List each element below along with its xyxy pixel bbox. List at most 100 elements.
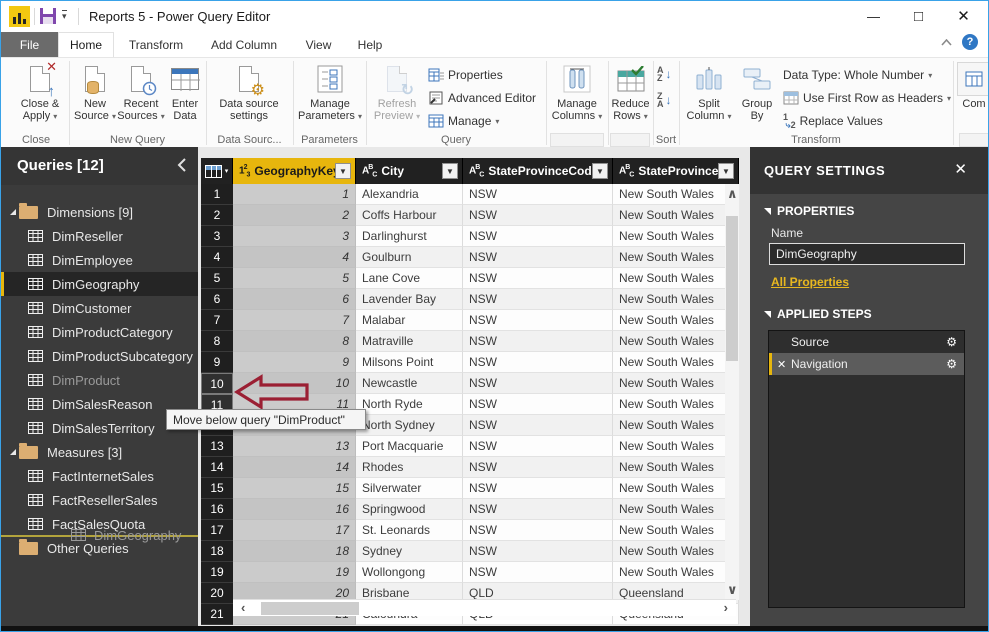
table-cell[interactable]: Matraville xyxy=(356,331,463,352)
data-type-button[interactable]: Data Type: Whole Number ▾ xyxy=(783,65,932,85)
query-item-factinternetsales[interactable]: FactInternetSales xyxy=(1,464,198,488)
properties-button[interactable]: Properties xyxy=(428,65,503,85)
table-cell[interactable]: 4 xyxy=(233,247,356,268)
table-cell[interactable]: NSW xyxy=(463,415,613,436)
manage-parameters-button[interactable]: Manage Parameters ▾ xyxy=(298,62,362,123)
maximize-button[interactable]: □ xyxy=(896,1,941,31)
table-cell[interactable]: Lane Cove xyxy=(356,268,463,289)
table-cell[interactable]: New South Wales xyxy=(613,541,739,562)
query-item-dimgeography[interactable]: DimGeography xyxy=(1,272,198,296)
query-item-measures-3-[interactable]: Measures [3] xyxy=(1,440,198,464)
table-cell[interactable]: NSW xyxy=(463,562,613,583)
step-settings-gear-icon[interactable]: ⚙ xyxy=(946,335,957,349)
table-cell[interactable]: NSW xyxy=(463,247,613,268)
table-cell[interactable]: 15 xyxy=(233,478,356,499)
all-properties-link[interactable]: All Properties xyxy=(771,275,849,289)
reduce-rows-button[interactable]: Reduce Rows ▾ xyxy=(609,62,652,123)
delete-step-icon[interactable]: ✕ xyxy=(777,358,791,371)
table-cell[interactable]: New South Wales xyxy=(613,184,739,205)
query-item-dimproductcategory[interactable]: DimProductCategory xyxy=(1,320,198,344)
enter-data-button[interactable]: Enter Data xyxy=(167,62,203,122)
table-cell[interactable]: NSW xyxy=(463,394,613,415)
column-header-city[interactable]: ABCCity▼ xyxy=(356,158,463,184)
manage-columns-button[interactable]: Manage Columns ▾ xyxy=(549,62,605,123)
expand-arrow-icon[interactable] xyxy=(9,448,19,456)
table-cell[interactable]: 14 xyxy=(233,457,356,478)
row-number[interactable]: 13 xyxy=(201,436,233,457)
table-cell[interactable]: Coffs Harbour xyxy=(356,205,463,226)
table-cell[interactable]: NSW xyxy=(463,520,613,541)
applied-steps-section-header[interactable]: APPLIED STEPS xyxy=(764,307,872,321)
collapse-ribbon-icon[interactable] xyxy=(941,39,952,46)
vertical-scrollbar-thumb[interactable] xyxy=(726,216,738,361)
table-cell[interactable]: New South Wales xyxy=(613,457,739,478)
tab-help[interactable]: Help xyxy=(347,32,393,57)
table-cell[interactable]: New South Wales xyxy=(613,289,739,310)
table-cell[interactable]: 2 xyxy=(233,205,356,226)
query-item-dimensions-9-[interactable]: Dimensions [9] xyxy=(1,200,198,224)
table-cell[interactable]: 13 xyxy=(233,436,356,457)
tab-transform[interactable]: Transform xyxy=(114,32,198,57)
row-number[interactable]: 21 xyxy=(201,604,233,625)
row-number[interactable]: 8 xyxy=(201,331,233,352)
table-cell[interactable]: 16 xyxy=(233,499,356,520)
row-number[interactable]: 14 xyxy=(201,457,233,478)
query-item-dimcustomer[interactable]: DimCustomer xyxy=(1,296,198,320)
expand-arrow-icon[interactable] xyxy=(9,208,19,216)
table-cell[interactable]: New South Wales xyxy=(613,562,739,583)
table-cell[interactable]: Malabar xyxy=(356,310,463,331)
table-cell[interactable]: New South Wales xyxy=(613,310,739,331)
table-cell[interactable]: NSW xyxy=(463,289,613,310)
table-cell[interactable]: NSW xyxy=(463,352,613,373)
row-number[interactable]: 4 xyxy=(201,247,233,268)
row-number[interactable]: 18 xyxy=(201,541,233,562)
query-name-input[interactable] xyxy=(769,243,965,265)
row-number[interactable]: 17 xyxy=(201,520,233,541)
query-item-dimproductsubcategory[interactable]: DimProductSubcategory xyxy=(1,344,198,368)
table-cell[interactable]: NSW xyxy=(463,268,613,289)
column-header-stateprovincena[interactable]: ABCStateProvinceNa▼ xyxy=(613,158,739,184)
quick-access-toolbar-caret-icon[interactable]: ▾ xyxy=(62,10,67,22)
horizontal-scrollbar-thumb[interactable] xyxy=(261,602,359,615)
table-cell[interactable]: Silverwater xyxy=(356,478,463,499)
new-source-button[interactable]: New Source ▾ xyxy=(73,62,117,123)
applied-step-source[interactable]: Source⚙ xyxy=(769,331,964,353)
row-number[interactable]: 5 xyxy=(201,268,233,289)
table-cell[interactable]: 19 xyxy=(233,562,356,583)
table-cell[interactable]: Rhodes xyxy=(356,457,463,478)
table-cell[interactable]: 8 xyxy=(233,331,356,352)
first-row-headers-button[interactable]: Use First Row as Headers ▾ xyxy=(783,88,951,108)
vertical-scrollbar[interactable]: ∧∨ xyxy=(725,184,739,600)
filter-dropdown-icon[interactable]: ▼ xyxy=(592,163,608,179)
table-cell[interactable]: New South Wales xyxy=(613,478,739,499)
table-cell[interactable]: NSW xyxy=(463,205,613,226)
table-cell[interactable]: 6 xyxy=(233,289,356,310)
horizontal-scrollbar[interactable]: ‹› xyxy=(233,599,736,616)
row-number[interactable]: 7 xyxy=(201,310,233,331)
close-button[interactable]: ✕ xyxy=(941,1,986,31)
replace-values-button[interactable]: 1 ⤷2 Replace Values xyxy=(783,111,883,131)
row-number[interactable]: 6 xyxy=(201,289,233,310)
filter-dropdown-icon[interactable]: ▼ xyxy=(442,163,458,179)
table-cell[interactable]: New South Wales xyxy=(613,520,739,541)
recent-sources-button[interactable]: Recent Sources ▾ xyxy=(117,62,165,123)
help-icon[interactable]: ? xyxy=(962,34,978,50)
row-number[interactable]: 20 xyxy=(201,583,233,604)
filter-dropdown-icon[interactable]: ▼ xyxy=(335,163,351,179)
table-cell[interactable]: New South Wales xyxy=(613,415,739,436)
refresh-preview-button[interactable]: ↻ Refresh Preview ▾ xyxy=(371,62,423,123)
table-cell[interactable]: North Sydney xyxy=(356,415,463,436)
row-number[interactable]: 3 xyxy=(201,226,233,247)
table-cell[interactable]: St. Leonards xyxy=(356,520,463,541)
table-cell[interactable]: 5 xyxy=(233,268,356,289)
table-cell[interactable]: Newcastle xyxy=(356,373,463,394)
table-cell[interactable]: NSW xyxy=(463,541,613,562)
combine-button[interactable]: Com xyxy=(959,62,989,110)
table-menu-button[interactable]: ▾ xyxy=(201,158,233,184)
table-cell[interactable]: NSW xyxy=(463,499,613,520)
save-icon[interactable] xyxy=(40,8,56,24)
table-cell[interactable]: Sydney xyxy=(356,541,463,562)
manage-button[interactable]: Manage ▾ xyxy=(428,111,499,131)
tab-add-column[interactable]: Add Column xyxy=(198,32,290,57)
table-cell[interactable]: North Ryde xyxy=(356,394,463,415)
